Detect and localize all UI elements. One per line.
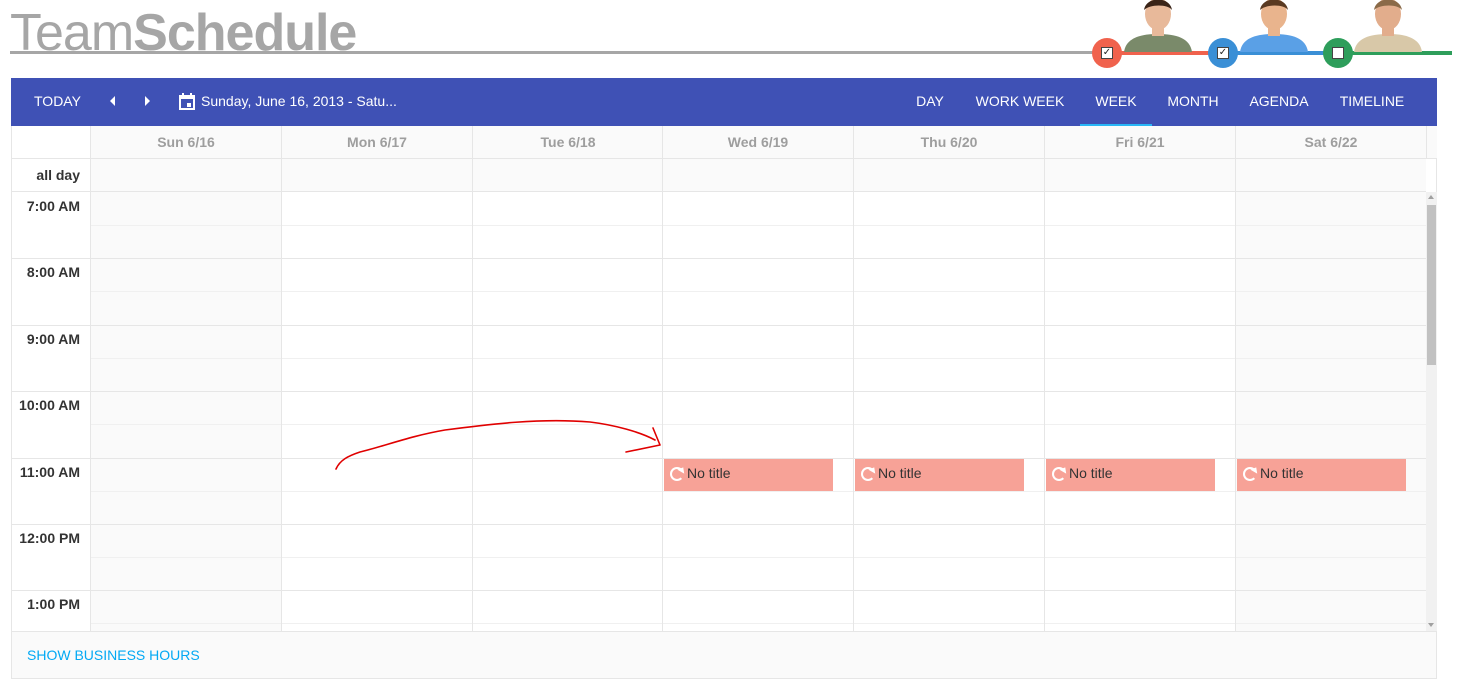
calendar-icon[interactable]	[179, 93, 195, 110]
date-range-picker[interactable]: Sunday, June 16, 2013 - Satu...	[201, 78, 397, 126]
recurrence-icon	[1052, 467, 1066, 481]
half-hour-divider	[90, 225, 1426, 226]
header-scroll-spacer	[1426, 126, 1437, 159]
day-header[interactable]: Thu 6/20	[853, 126, 1044, 159]
show-business-hours-button[interactable]: SHOW BUSINESS HOURS	[27, 632, 200, 679]
day-column-divider	[1235, 192, 1236, 631]
day-column-divider	[662, 192, 663, 631]
event-block[interactable]: No title	[855, 459, 1024, 491]
view-tab-timeline[interactable]: TIMELINE	[1329, 78, 1415, 126]
view-tab-agenda[interactable]: AGENDA	[1237, 78, 1321, 126]
day-column-divider	[281, 192, 282, 631]
day-column-divider	[472, 192, 473, 631]
hour-divider	[12, 258, 1426, 259]
day-column-divider	[1044, 192, 1045, 631]
event-block[interactable]: No title	[664, 459, 833, 491]
all-day-cell[interactable]	[662, 159, 853, 192]
half-hour-divider	[90, 623, 1426, 624]
event-title: No title	[1069, 465, 1113, 481]
week-view-grid: all day 7:00 AM 8:00 AM 9:00 AM 10:00 AM 11:…	[11, 126, 1437, 679]
day-header[interactable]: Wed 6/19	[662, 126, 853, 159]
time-label: 11:00 AM	[19, 464, 80, 480]
man-suit-avatar-icon	[1340, 0, 1436, 52]
time-label: 10:00 AM	[19, 397, 80, 413]
scroll-down-arrow-icon[interactable]	[1428, 623, 1434, 627]
half-hour-divider	[90, 358, 1426, 359]
people-filter: ✓ ✓	[1092, 0, 1452, 70]
day-header[interactable]: Mon 6/17	[281, 126, 472, 159]
hour-divider	[12, 391, 1426, 392]
scroll-up-arrow-icon[interactable]	[1428, 195, 1434, 199]
next-arrow-icon[interactable]	[145, 96, 150, 106]
half-hour-divider	[90, 491, 1426, 492]
person-filter-checkbox[interactable]: ✓	[1092, 38, 1122, 68]
event-title: No title	[1260, 465, 1304, 481]
all-day-cell[interactable]	[90, 159, 281, 192]
title-divider	[10, 51, 1097, 54]
day-header[interactable]: Sat 6/22	[1235, 126, 1426, 159]
event-title: No title	[878, 465, 922, 481]
time-label: 1:00 PM	[27, 596, 80, 612]
hour-divider	[12, 325, 1426, 326]
all-day-cell[interactable]	[1044, 159, 1235, 192]
event-block[interactable]: No title	[1046, 459, 1215, 491]
team-schedule-page: TeamSchedule ✓ ✓ TODAY Sunday, June 16, 2…	[0, 0, 1463, 694]
half-hour-divider	[90, 557, 1426, 558]
scheduler-footer: SHOW BUSINESS HOURS	[12, 631, 1436, 678]
day-header[interactable]: Tue 6/18	[472, 126, 663, 159]
time-label: 9:00 AM	[26, 331, 80, 347]
checkbox-unchecked-icon	[1332, 47, 1344, 59]
all-day-label: all day	[12, 159, 90, 192]
scheduler-toolbar: TODAY Sunday, June 16, 2013 - Satu... DA…	[11, 78, 1437, 126]
recurrence-icon	[670, 467, 684, 481]
checkbox-checked-icon: ✓	[1217, 47, 1229, 59]
view-tab-month[interactable]: MONTH	[1157, 78, 1229, 126]
header-corner	[12, 126, 90, 159]
day-header[interactable]: Fri 6/21	[1044, 126, 1235, 159]
event-block[interactable]: No title	[1237, 459, 1406, 491]
man-avatar-icon	[1226, 0, 1322, 52]
half-hour-divider	[90, 291, 1426, 292]
day-column-divider	[853, 192, 854, 631]
all-day-cell[interactable]	[853, 159, 1044, 192]
recurrence-icon	[1243, 467, 1257, 481]
all-day-cell[interactable]	[472, 159, 663, 192]
all-day-cell[interactable]	[281, 159, 472, 192]
hour-divider	[12, 590, 1426, 591]
time-slots-area[interactable]: 7:00 AM 8:00 AM 9:00 AM 10:00 AM 11:00 AM 12:…	[12, 192, 1426, 631]
time-label: 8:00 AM	[26, 264, 80, 280]
woman-avatar-icon	[1110, 0, 1206, 52]
all-day-cell[interactable]	[1235, 159, 1426, 192]
scrollbar-thumb[interactable]	[1427, 205, 1436, 365]
recurrence-icon	[861, 467, 875, 481]
app-title: TeamSchedule	[10, 0, 357, 62]
half-hour-divider	[90, 424, 1426, 425]
view-tab-day[interactable]: DAY	[901, 78, 959, 126]
view-tab-week[interactable]: WEEK	[1080, 78, 1152, 126]
day-column-divider	[90, 192, 91, 631]
view-tab-work-week[interactable]: WORK WEEK	[965, 78, 1075, 126]
hour-divider	[12, 524, 1426, 525]
person-filter-checkbox[interactable]	[1323, 38, 1353, 68]
checkbox-checked-icon: ✓	[1101, 47, 1113, 59]
day-header[interactable]: Sun 6/16	[90, 126, 281, 159]
person-filter-checkbox[interactable]: ✓	[1208, 38, 1238, 68]
today-button[interactable]: TODAY	[34, 78, 81, 126]
time-label: 7:00 AM	[26, 198, 80, 214]
time-label: 12:00 PM	[19, 530, 80, 546]
event-title: No title	[687, 465, 731, 481]
previous-arrow-icon[interactable]	[110, 96, 115, 106]
